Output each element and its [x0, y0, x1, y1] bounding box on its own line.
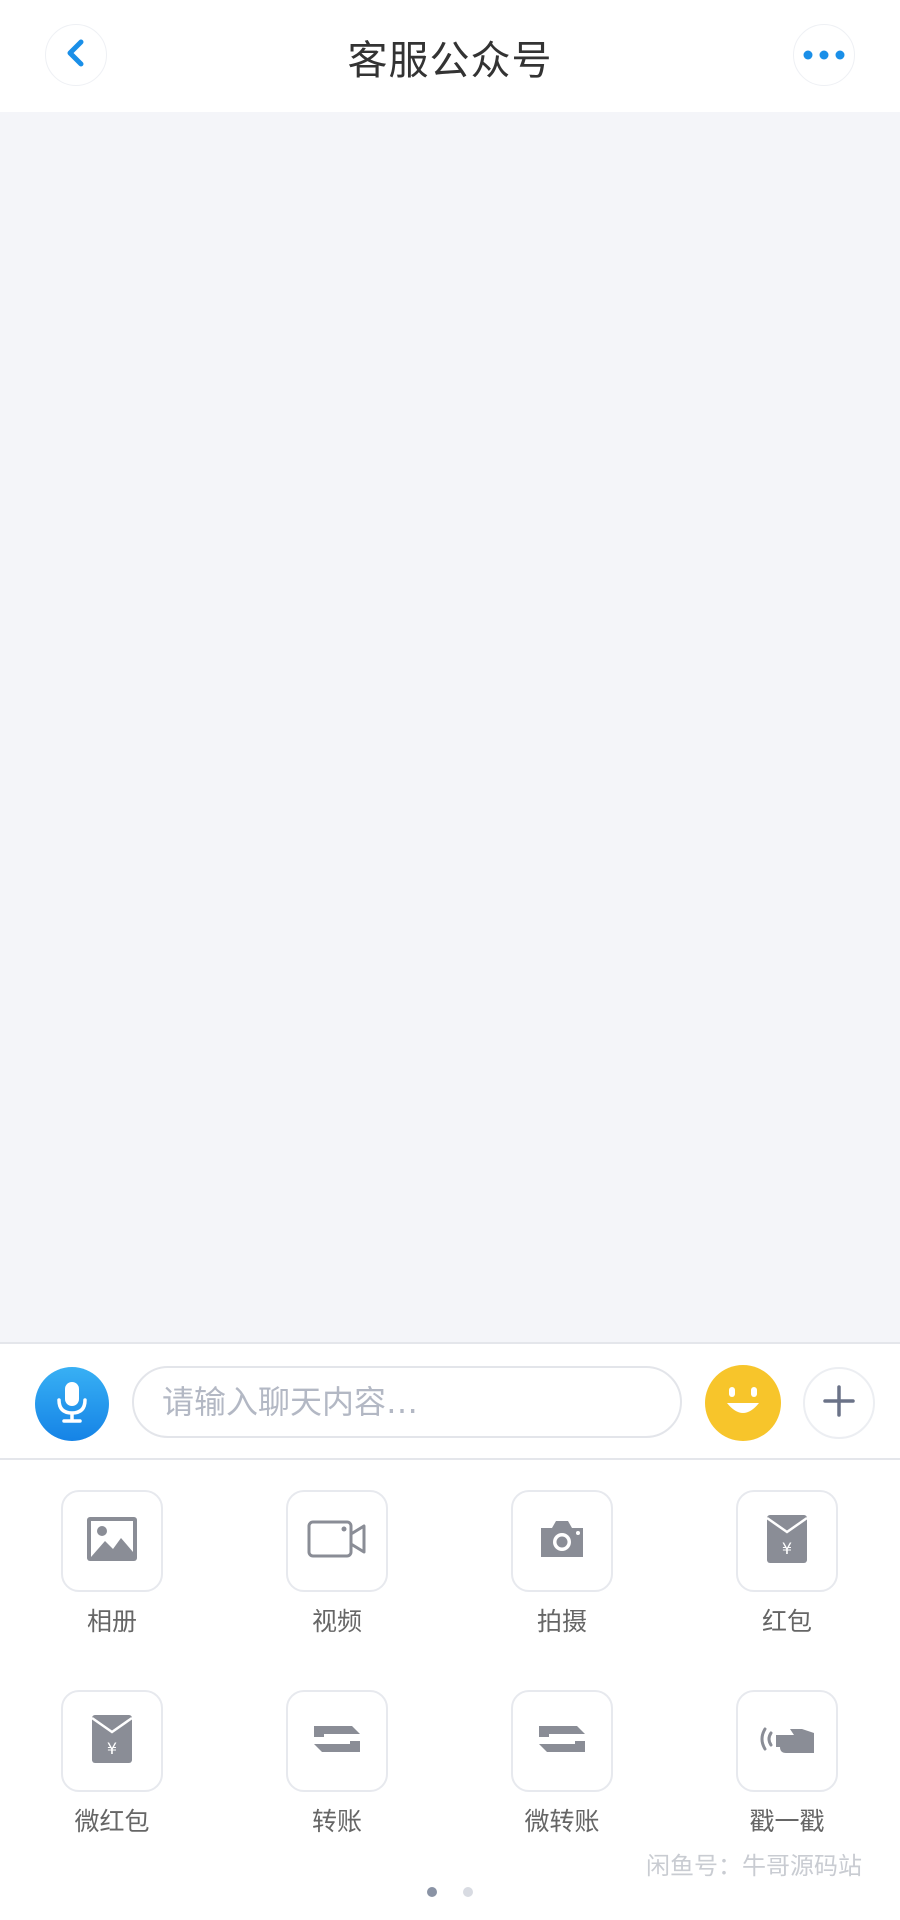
page-dot-active[interactable] — [427, 1887, 438, 1897]
input-bar — [0, 1342, 900, 1460]
chat-text-input[interactable] — [132, 1366, 682, 1438]
tool-micro-transfer[interactable]: 微转账 — [492, 1690, 632, 1838]
tool-label: 拍摄 — [536, 1607, 587, 1636]
tool-video[interactable]: 视频 — [267, 1490, 407, 1638]
tool-micro-red-envelope[interactable]: ¥ 微红包 — [42, 1690, 182, 1838]
tool-poke[interactable]: 戳一戳 — [717, 1690, 857, 1838]
tool-label: 视频 — [311, 1607, 362, 1636]
transfer-icon — [310, 1720, 364, 1762]
tool-label: 相册 — [86, 1607, 137, 1636]
poke-hand-icon — [756, 1719, 818, 1763]
tool-red-envelope-box[interactable]: ¥ — [736, 1490, 838, 1592]
tool-label: 微红包 — [74, 1807, 150, 1836]
svg-text:¥: ¥ — [782, 1539, 792, 1558]
photo-album-icon — [86, 1516, 138, 1566]
tool-album[interactable]: 相册 — [42, 1490, 182, 1638]
page-dot[interactable] — [462, 1887, 473, 1897]
tool-micro-red-envelope-box[interactable]: ¥ — [61, 1690, 163, 1792]
tool-video-box[interactable] — [286, 1490, 388, 1592]
tool-transfer[interactable]: 转账 — [267, 1690, 407, 1838]
video-camera-icon — [307, 1519, 367, 1563]
camera-icon — [537, 1518, 587, 1564]
smiley-emoji-icon — [715, 1373, 771, 1433]
tool-poke-box[interactable] — [736, 1690, 838, 1792]
top-bar: 客服公众号 — [0, 0, 900, 112]
watermark: 闲鱼号：牛哥源码站 — [646, 1852, 862, 1880]
tool-transfer-box[interactable] — [286, 1690, 388, 1792]
plus-icon — [821, 1383, 857, 1423]
tool-camera-box[interactable] — [511, 1490, 613, 1592]
tool-label: 戳一戳 — [749, 1807, 825, 1836]
red-envelope-icon: ¥ — [91, 1714, 133, 1768]
chat-message-area[interactable] — [0, 112, 900, 1342]
more-dots-icon — [802, 46, 846, 65]
page-indicator — [0, 1882, 900, 1901]
red-envelope-icon: ¥ — [766, 1514, 808, 1568]
tool-label: 转账 — [311, 1807, 362, 1836]
more-button[interactable] — [793, 24, 855, 86]
page-title: 客服公众号 — [347, 38, 553, 84]
tool-red-envelope[interactable]: ¥ 红包 — [717, 1490, 857, 1638]
emoji-button[interactable] — [705, 1365, 781, 1441]
tool-camera[interactable]: 拍摄 — [492, 1490, 632, 1638]
tool-micro-transfer-box[interactable] — [511, 1690, 613, 1792]
microphone-icon — [55, 1380, 89, 1428]
more-tools-button[interactable] — [803, 1367, 875, 1439]
svg-text:¥: ¥ — [107, 1739, 117, 1758]
tool-album-box[interactable] — [61, 1490, 163, 1592]
transfer-icon — [535, 1720, 589, 1762]
voice-button[interactable] — [35, 1367, 109, 1441]
tool-label: 微转账 — [524, 1807, 600, 1836]
tool-label: 红包 — [761, 1607, 812, 1636]
